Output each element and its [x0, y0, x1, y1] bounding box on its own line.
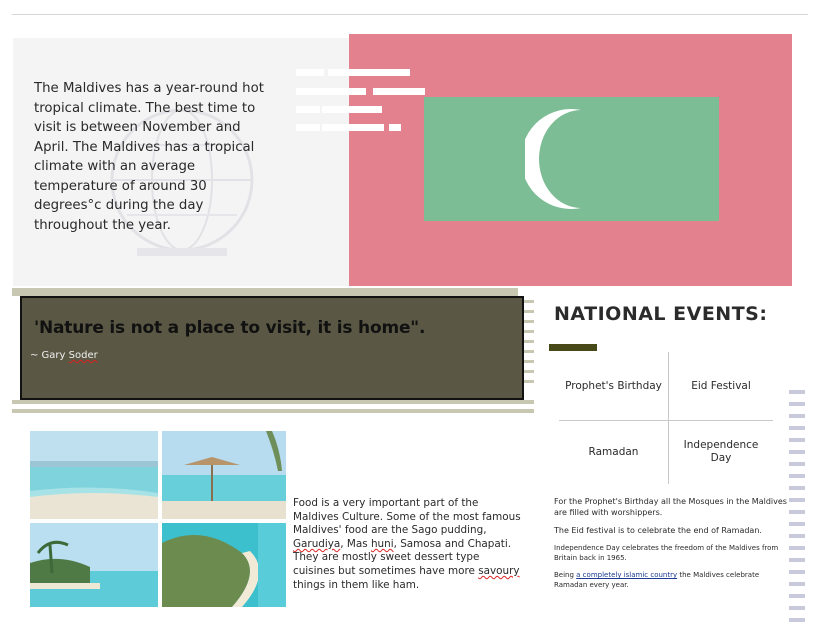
decorative-dash [389, 124, 401, 131]
grid-divider [559, 420, 773, 421]
decorative-dash [322, 106, 382, 113]
decorative-dash [328, 69, 410, 76]
event-cell-prophets-birthday: Prophet's Birthday [565, 379, 662, 392]
beach-umbrella-photo [162, 431, 286, 519]
food-word: huni [370, 537, 394, 550]
decorative-dash [373, 88, 425, 95]
note-prefix: Being [554, 571, 577, 579]
decorative-dash [296, 106, 320, 113]
food-text: Food is a very important part of the Mal… [293, 497, 523, 592]
note-eid: The Eid festival is to celebrate the end… [554, 526, 762, 535]
events-title: NATIONAL EVENTS: [554, 303, 768, 325]
food-text-part: things in them like ham. [293, 578, 420, 591]
quote-box: 'Nature is not a place to visit, it is h… [20, 296, 524, 400]
decorative-dash [296, 88, 366, 95]
event-cell-eid-festival: Eid Festival [691, 379, 751, 392]
beach-photo-1 [30, 431, 158, 519]
events-notes: For the Prophet's Birthday all the Mosqu… [554, 496, 790, 597]
top-divider [12, 14, 808, 15]
food-text-part: Food is a very important part of the Mal… [293, 497, 521, 537]
food-text-part: , Mas [340, 537, 371, 550]
event-cell-ramadan: Ramadan [588, 445, 639, 458]
food-word: savoury [478, 564, 520, 577]
decorative-dash [322, 124, 384, 131]
note-prophets-birthday: For the Prophet's Birthday all the Mosqu… [554, 497, 787, 517]
crescent-moon-icon [525, 109, 581, 209]
islamic-country-link[interactable]: a completely islamic country [576, 571, 677, 579]
quote-text: 'Nature is not a place to visit, it is h… [34, 318, 426, 338]
food-word: Garudiya [293, 537, 341, 550]
photo-collage [30, 431, 286, 607]
title-accent-bar [549, 344, 597, 351]
island-palms-photo [30, 523, 158, 607]
note-independence: Independence Day celebrates the freedom … [554, 544, 779, 562]
author-name: Soder [68, 350, 98, 361]
decorative-dash [296, 124, 320, 131]
note-ramadan: Being a completely islamic country the M… [554, 570, 790, 590]
climate-text: The Maldives has a year-round hot tropic… [34, 81, 264, 233]
decorative-stripes [789, 390, 805, 622]
event-cell-independence-day: Independence Day [683, 439, 759, 464]
quote-author: ~ Gary Soder [30, 350, 98, 361]
author-prefix: ~ Gary [30, 350, 69, 361]
decorative-dash [296, 69, 324, 76]
island-aerial-photo [162, 523, 286, 607]
